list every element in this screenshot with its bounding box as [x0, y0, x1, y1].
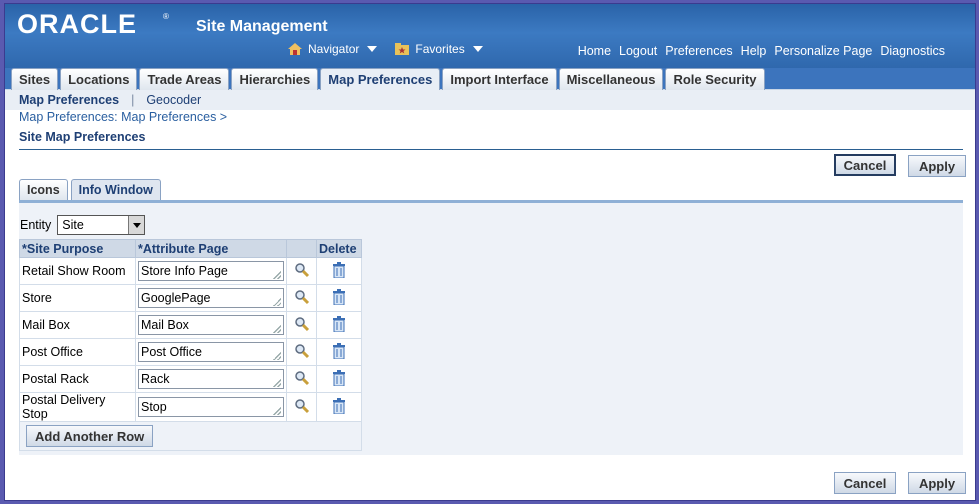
table-row: Store GooglePage [19, 284, 362, 312]
entity-value: Site [62, 218, 84, 232]
entity-select[interactable]: Site [57, 215, 146, 235]
favorites-label: Favorites [415, 42, 465, 56]
resize-grip-icon [273, 379, 281, 387]
personalize-page-link[interactable]: Personalize Page [774, 44, 872, 58]
header-delete: Delete [316, 239, 362, 258]
help-link[interactable]: Help [741, 44, 767, 58]
folder-star-icon [395, 43, 410, 55]
resize-grip-icon [273, 325, 281, 333]
site-purpose-cell: Store [19, 284, 136, 312]
add-another-row-button[interactable]: Add Another Row [26, 425, 154, 447]
search-icon[interactable] [294, 398, 310, 414]
app-window: ORACLE ® Site Management Navigator Favor… [4, 3, 976, 501]
cancel-button-bottom[interactable]: Cancel [834, 472, 896, 494]
tab-role-security[interactable]: Role Security [665, 68, 765, 90]
trash-icon[interactable] [332, 342, 346, 359]
apply-button[interactable]: Apply [908, 155, 966, 177]
tab-trade-areas[interactable]: Trade Areas [139, 68, 230, 90]
trash-icon[interactable] [332, 261, 346, 278]
inner-tab-bar: Icons Info Window [19, 179, 161, 200]
resize-grip-icon [273, 298, 281, 306]
resize-grip-icon [273, 271, 281, 279]
header-site-purpose: *Site Purpose [19, 239, 136, 258]
table-row: Post Office Post Office [19, 338, 362, 366]
site-purpose-cell: Mail Box [19, 311, 136, 339]
subtab-map-preferences[interactable]: Map Preferences [19, 93, 119, 107]
site-purpose-cell: Postal Delivery Stop [19, 392, 136, 422]
attribute-page-input[interactable]: Mail Box [138, 315, 284, 335]
search-icon[interactable] [294, 262, 310, 278]
navigator-menu[interactable]: Navigator [288, 42, 378, 56]
attribute-page-input[interactable]: GooglePage [138, 288, 284, 308]
table-row: Postal Rack Rack [19, 365, 362, 393]
app-title: Site Management [196, 18, 328, 35]
attribute-page-input[interactable]: Stop [138, 397, 284, 417]
trash-icon[interactable] [332, 397, 346, 414]
diagnostics-link[interactable]: Diagnostics [880, 44, 945, 58]
entity-row: Entity Site [20, 215, 146, 235]
navigator-label: Navigator [308, 42, 360, 56]
global-links: Home Logout Preferences Help Personalize… [578, 44, 945, 58]
logout-link[interactable]: Logout [619, 44, 657, 58]
preferences-link[interactable]: Preferences [665, 44, 732, 58]
global-nav: Navigator Favorites [288, 42, 483, 56]
sub-tab-bar: Map Preferences | Geocoder [5, 90, 975, 110]
tab-sites[interactable]: Sites [11, 68, 59, 90]
chevron-down-icon [472, 46, 483, 52]
tab-map-preferences[interactable]: Map Preferences [320, 68, 441, 90]
site-purpose-cell: Post Office [19, 338, 136, 366]
trash-icon[interactable] [332, 315, 346, 332]
oracle-logo: ORACLE [17, 9, 137, 39]
registered-mark: ® [163, 12, 169, 21]
table-row: Postal Delivery Stop Stop [19, 392, 362, 422]
trash-icon[interactable] [332, 288, 346, 305]
site-purpose-cell: Postal Rack [19, 365, 136, 393]
purpose-attribute-table: *Site Purpose *Attribute Page Delete Ret… [19, 239, 362, 451]
chevron-down-icon [367, 46, 378, 52]
search-icon[interactable] [294, 289, 310, 305]
tab-locations[interactable]: Locations [60, 68, 138, 90]
site-purpose-cell: Retail Show Room [19, 257, 136, 285]
table-row: Retail Show Room Store Info Page [19, 257, 362, 285]
page-title: Site Map Preferences [19, 130, 963, 150]
tab-info-window[interactable]: Info Window [70, 179, 161, 200]
search-icon[interactable] [294, 343, 310, 359]
home-link[interactable]: Home [578, 44, 611, 58]
attribute-page-input[interactable]: Post Office [138, 342, 284, 362]
tab-miscellaneous[interactable]: Miscellaneous [558, 68, 664, 90]
main-tab-bar: Sites Locations Trade Areas Hierarchies … [5, 68, 975, 90]
attribute-page-input[interactable]: Store Info Page [138, 261, 284, 281]
tab-import-interface[interactable]: Import Interface [442, 68, 557, 90]
subtab-geocoder[interactable]: Geocoder [146, 93, 201, 107]
table-row: Mail Box Mail Box [19, 311, 362, 339]
favorites-menu[interactable]: Favorites [395, 42, 483, 56]
header-search [286, 239, 317, 258]
header-attribute-page: *Attribute Page [135, 239, 287, 258]
breadcrumb[interactable]: Map Preferences: Map Preferences > [19, 110, 227, 124]
attribute-page-input[interactable]: Rack [138, 369, 284, 389]
tab-hierarchies[interactable]: Hierarchies [231, 68, 319, 90]
search-icon[interactable] [294, 316, 310, 332]
subtab-separator: | [131, 93, 135, 107]
dropdown-arrow-icon [128, 216, 145, 234]
global-header: ORACLE ® Site Management Navigator Favor… [5, 4, 975, 68]
resize-grip-icon [273, 352, 281, 360]
resize-grip-icon [273, 407, 281, 415]
home-icon [288, 43, 302, 55]
entity-label: Entity [20, 218, 52, 232]
cancel-button[interactable]: Cancel [834, 154, 896, 176]
search-icon[interactable] [294, 370, 310, 386]
tab-icons[interactable]: Icons [19, 179, 68, 200]
add-row-footer: Add Another Row [19, 421, 362, 451]
apply-button-bottom[interactable]: Apply [908, 472, 966, 494]
trash-icon[interactable] [332, 369, 346, 386]
